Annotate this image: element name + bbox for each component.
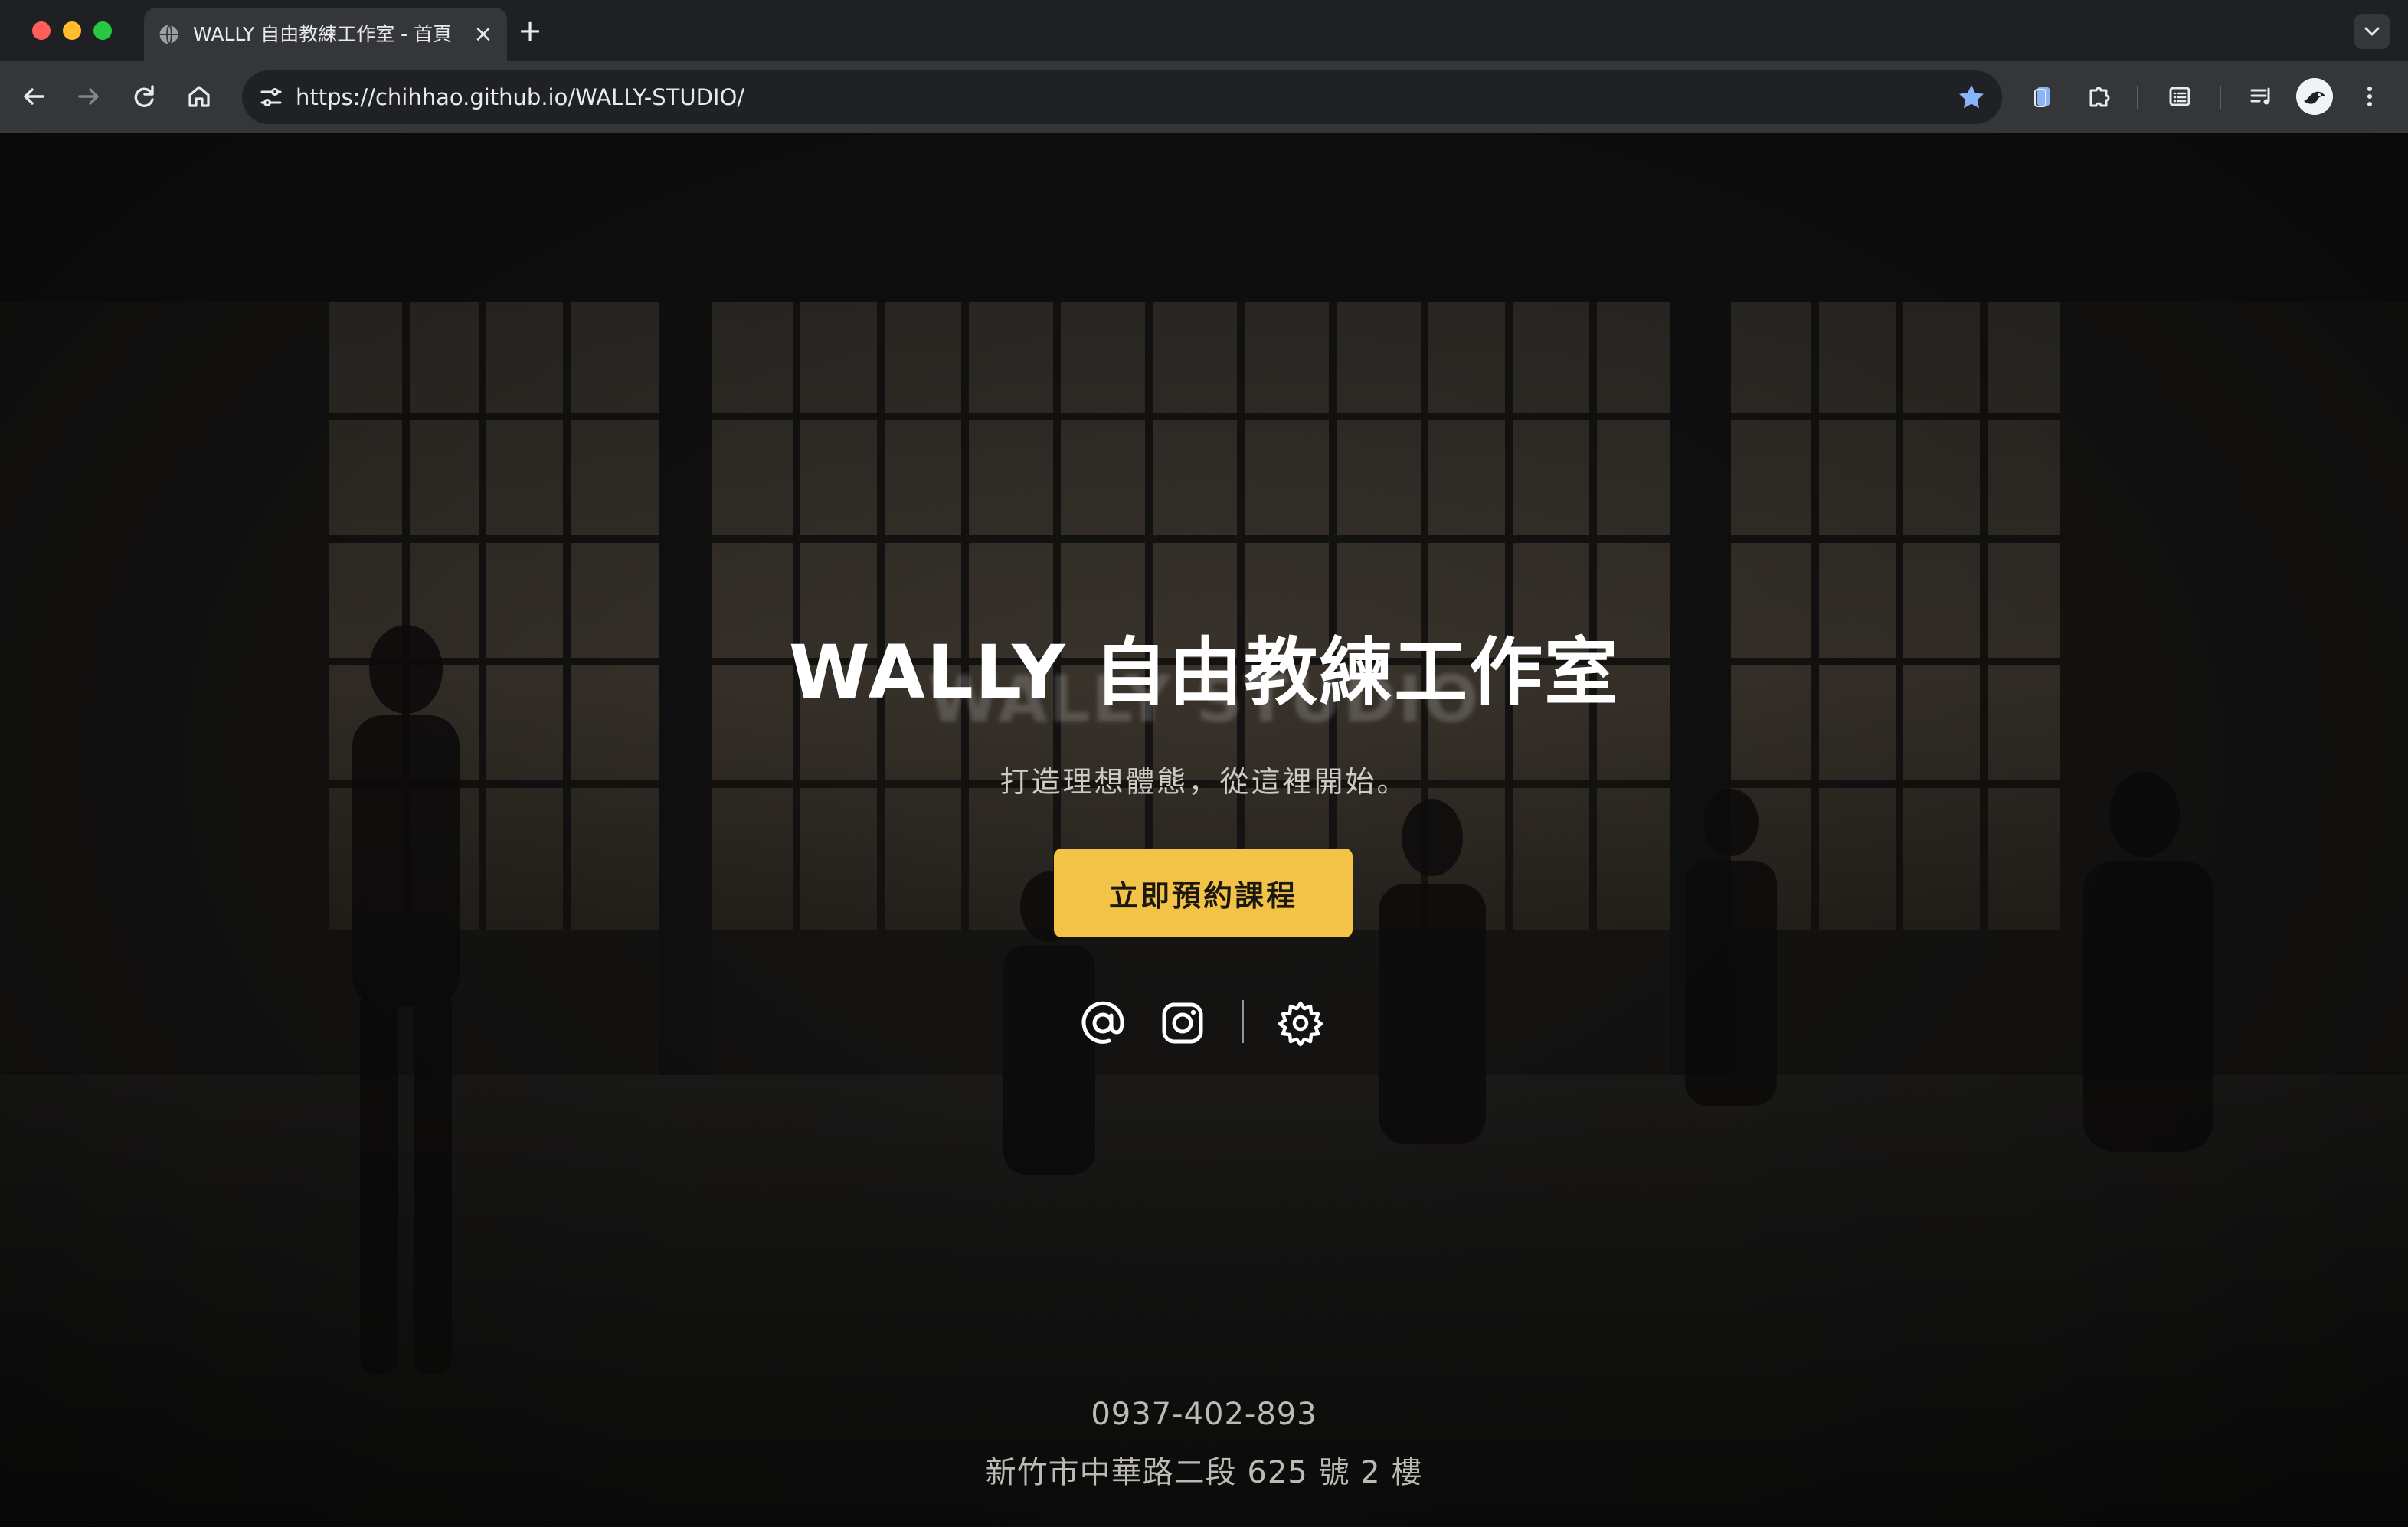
chevron-down-icon (2364, 27, 2380, 36)
tab-title: WALLY 自由教練工作室 - 首頁 (193, 23, 453, 45)
hero-title: WALLY 自由教練工作室 (788, 629, 1620, 715)
browser-tab[interactable]: WALLY 自由教練工作室 - 首頁 × (144, 8, 507, 61)
new-tab-button[interactable]: + (515, 15, 545, 46)
globe-icon (158, 23, 181, 46)
browser-tab-strip: WALLY 自由教練工作室 - 首頁 × + (0, 0, 2408, 61)
reading-list-icon[interactable] (2161, 78, 2198, 115)
back-arrow-icon[interactable] (15, 78, 52, 115)
close-window-button[interactable] (32, 21, 51, 40)
zoom-window-button[interactable] (93, 21, 112, 40)
social-divider (1242, 1000, 1244, 1043)
puzzle-icon[interactable] (2080, 78, 2117, 115)
close-tab-icon[interactable]: × (472, 23, 495, 46)
contact-address: 新竹市中華路二段 625 號 2 樓 (985, 1455, 1423, 1490)
contact-phone: 0937-402-893 (1091, 1397, 1317, 1432)
reload-icon[interactable] (126, 78, 162, 115)
forward-arrow-icon[interactable] (70, 78, 107, 115)
toolbar-divider (2137, 86, 2138, 109)
hero-subtitle: 打造理想體態，從這裡開始。 (1000, 765, 1408, 799)
avatar-icon[interactable] (2296, 78, 2333, 115)
hero-overlay (0, 133, 2408, 1527)
toolbar-divider (2220, 86, 2221, 109)
tab-search-button[interactable] (2354, 14, 2390, 49)
landing-page: WALLY STUDIO WALLY 自由教練工作室 打造理想體態，從這裡開始。… (0, 133, 2408, 1527)
instagram-icon[interactable] (1158, 999, 1207, 1048)
book-course-button[interactable]: 立即預約課程 (1054, 849, 1353, 937)
settings-icon[interactable] (1276, 999, 1325, 1048)
url-text[interactable]: https://chihhao.github.io/WALLY-STUDIO/ (296, 70, 744, 124)
kebab-menu-icon[interactable] (2351, 78, 2388, 115)
address-bar[interactable]: https://chihhao.github.io/WALLY-STUDIO/ (242, 70, 2002, 124)
browser-toolbar: https://chihhao.github.io/WALLY-STUDIO/ (0, 61, 2408, 133)
tune-icon[interactable] (253, 79, 290, 116)
star-icon[interactable] (1955, 80, 1988, 114)
clipboard-icon[interactable] (2025, 78, 2062, 115)
home-icon[interactable] (181, 78, 218, 115)
media-control-icon[interactable] (2243, 78, 2279, 115)
minimize-window-button[interactable] (63, 21, 81, 40)
threads-icon[interactable] (1078, 999, 1127, 1048)
